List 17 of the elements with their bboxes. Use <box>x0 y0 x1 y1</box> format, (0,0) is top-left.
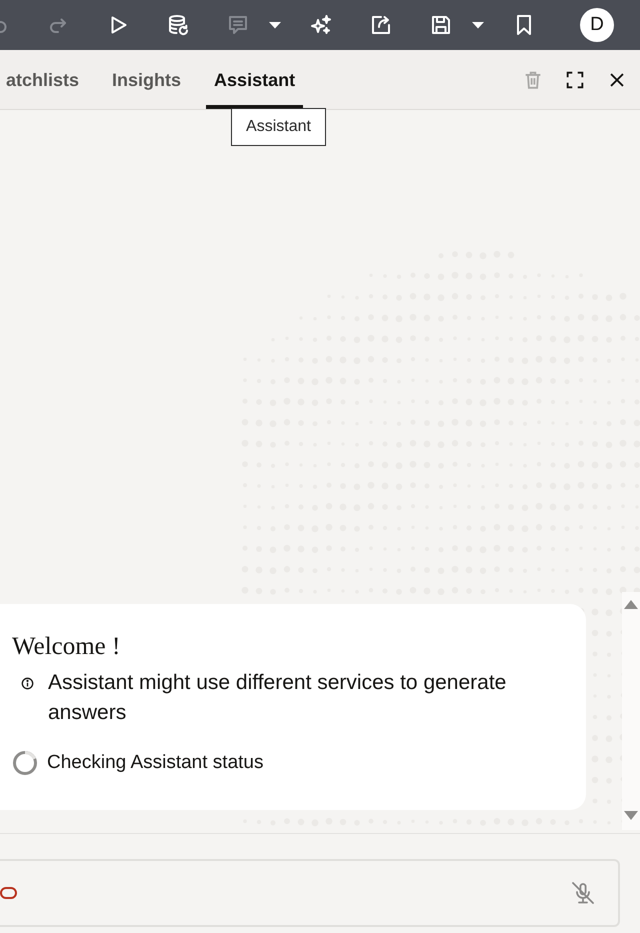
spinner-icon <box>12 750 38 776</box>
tab[interactable]: atchlists <box>0 50 88 109</box>
caret-icon <box>269 21 281 29</box>
caret-icon <box>472 21 484 29</box>
avatar-button[interactable]: D <box>580 8 614 42</box>
muted-microphone-icon[interactable] <box>570 880 596 906</box>
message-input-field[interactable] <box>0 859 620 927</box>
tab[interactable]: Insights <box>104 50 190 109</box>
capsule-icon <box>0 887 17 899</box>
scroll-up-icon[interactable] <box>624 600 638 609</box>
welcome-heading: Welcome ! <box>12 632 122 662</box>
info-icon <box>21 677 34 690</box>
notice-text: Assistant might use different services to generate answers <box>48 670 508 726</box>
tooltip: Assistant <box>231 108 326 146</box>
scrollbar[interactable] <box>622 592 640 830</box>
scroll-down-icon[interactable] <box>624 811 638 820</box>
status-text: Checking Assistant status <box>47 751 264 775</box>
